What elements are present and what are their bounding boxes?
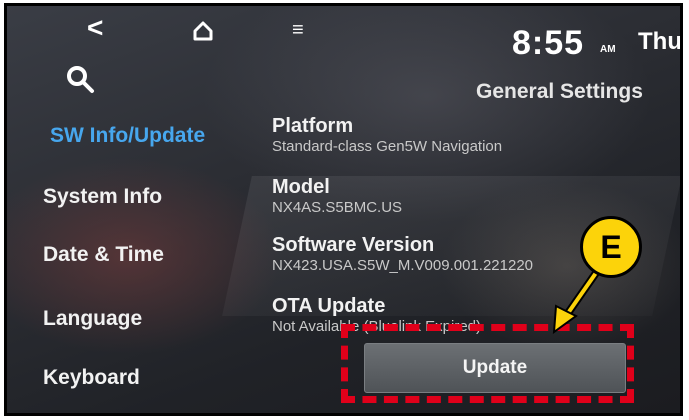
model-title: Model	[272, 176, 330, 198]
clock-day: Thu,	[638, 28, 682, 55]
sidebar-item-label: Keyboard	[43, 366, 140, 389]
home-icon[interactable]	[192, 20, 214, 42]
platform-value: Standard-class Gen5W Navigation	[272, 138, 503, 155]
sidebar-item-date-time[interactable]: Date & Time	[7, 229, 222, 279]
sidebar-item-system-info[interactable]: System Info	[7, 171, 222, 221]
search-icon[interactable]	[65, 64, 95, 94]
page-title: General Settings	[476, 80, 643, 103]
update-highlight-box	[341, 324, 634, 403]
clock-ampm: AM	[600, 44, 616, 55]
menu-icon[interactable]: ≡	[292, 19, 304, 42]
model-value: NX4AS.S5BMC.US	[272, 199, 403, 216]
sidebar-item-label: Date & Time	[43, 243, 164, 266]
sidebar-item-keyboard[interactable]: Keyboard	[7, 352, 222, 402]
callout-badge: E	[580, 216, 642, 278]
platform-info: Platform Standard-class Gen5W Navigation	[272, 115, 662, 155]
model-info: Model NX4AS.S5BMC.US	[272, 176, 662, 216]
back-icon[interactable]: <	[87, 12, 103, 44]
sidebar-item-language[interactable]: Language	[7, 293, 222, 343]
sidebar-item-label: System Info	[43, 185, 163, 208]
sidebar-item-label: Language	[43, 307, 143, 330]
sidebar-item-sw-info-update[interactable]: SW Info/Update	[7, 110, 222, 160]
clock-time: 8:55	[512, 24, 585, 62]
platform-title: Platform	[272, 115, 354, 137]
sidebar-item-label: SW Info/Update	[50, 124, 206, 147]
